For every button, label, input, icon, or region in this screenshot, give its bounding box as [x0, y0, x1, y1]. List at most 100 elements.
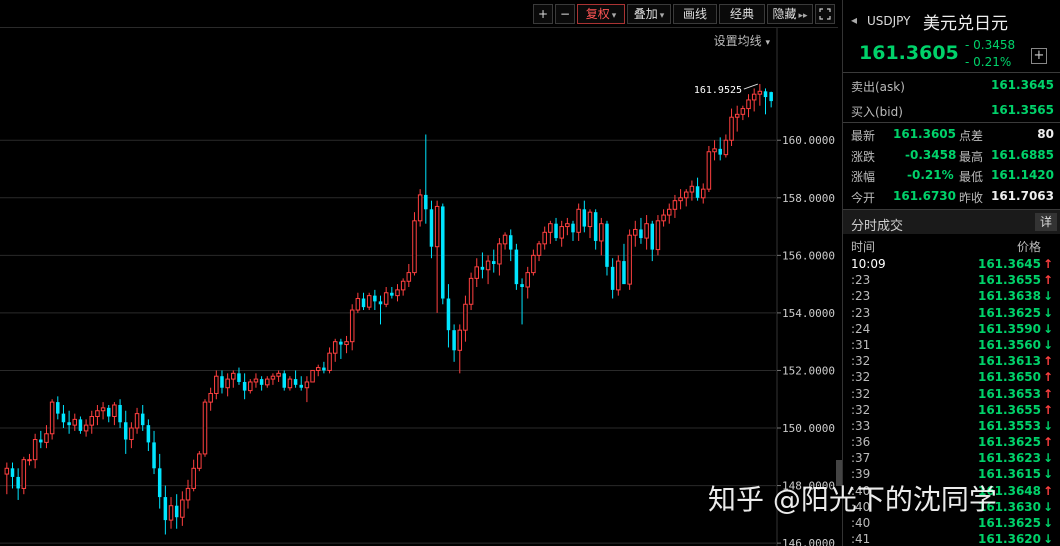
- classic-button[interactable]: 经典: [719, 4, 765, 24]
- draw-line-button[interactable]: 画线: [673, 4, 717, 24]
- arrow-down-icon: ↓: [1042, 467, 1053, 482]
- tick-time: :37: [851, 451, 871, 466]
- candle-body: [689, 185, 695, 193]
- high-marker-label: 161.9525: [694, 85, 742, 96]
- candle-body: [457, 329, 463, 351]
- detail-button[interactable]: 详: [1035, 213, 1057, 231]
- candle-body: [89, 416, 95, 426]
- candle-body: [253, 378, 259, 383]
- divider: [843, 122, 1060, 123]
- zoom-in-button[interactable]: +: [533, 4, 553, 24]
- price-change: - 0.3458: [965, 38, 1016, 52]
- candle-body: [468, 277, 474, 305]
- hide-button[interactable]: 隐藏 ▸▸: [767, 4, 813, 24]
- candlestick-chart[interactable]: 160.0000 158.0000 156.0000 154.0000 152.0000…: [0, 28, 838, 546]
- tick-price: 161.3623: [977, 451, 1041, 466]
- candle-body: [542, 231, 547, 245]
- candle-body: [355, 298, 361, 311]
- candle-body: [383, 292, 389, 305]
- arrow-down-icon: ↓: [1042, 321, 1053, 336]
- candle-body: [327, 352, 332, 371]
- candle-body: [627, 234, 632, 285]
- candle-body: [514, 249, 519, 285]
- fullscreen-button[interactable]: [815, 4, 835, 24]
- prev-close-label: 昨收: [959, 191, 984, 205]
- candle-body: [32, 439, 38, 461]
- caret-left-icon[interactable]: ◂: [851, 13, 857, 27]
- candle-body: [339, 341, 343, 345]
- candle-body: [123, 422, 128, 440]
- candle-body: [265, 378, 270, 386]
- candle-body: [746, 99, 751, 110]
- tick-price: 161.3650: [977, 370, 1041, 385]
- tick-time: :33: [851, 418, 871, 433]
- pct-label: 涨幅: [851, 170, 876, 184]
- add-watchlist-button[interactable]: +: [1031, 48, 1047, 64]
- candle-body: [452, 330, 456, 351]
- tick-price: 161.3638: [977, 289, 1041, 304]
- tick-time: :32: [851, 386, 871, 401]
- candle-body: [491, 261, 496, 264]
- overlay-dropdown[interactable]: 叠加 ▾: [627, 4, 671, 24]
- tick-row: :32 161.3613 ↑: [843, 353, 1060, 369]
- tick-row: :32 161.3650 ↑: [843, 369, 1060, 385]
- y-tick-label: 146.0000: [782, 537, 835, 546]
- tick-row: 10:09 161.3645 ↑: [843, 256, 1060, 272]
- symbol-name: 美元兑日元: [923, 14, 1008, 34]
- candle-body: [270, 375, 276, 380]
- candle-body: [610, 266, 615, 290]
- candle-body: [72, 418, 78, 426]
- candle-body: [683, 191, 689, 199]
- candle-body: [740, 108, 746, 115]
- ask-value: 161.3645: [990, 78, 1054, 92]
- tick-row: :41 161.3620 ↓: [843, 531, 1060, 546]
- candle-body: [729, 116, 734, 141]
- candle-body: [349, 309, 355, 343]
- latest-value: 161.3605: [893, 127, 957, 141]
- candle-body: [366, 295, 372, 308]
- arrow-down-icon: ↓: [1042, 418, 1053, 433]
- candle-body: [463, 303, 468, 331]
- candle-body: [605, 223, 609, 267]
- y-tick-label: 154.0000: [782, 307, 835, 320]
- candle-body: [678, 197, 683, 202]
- restore-rights-dropdown[interactable]: 复权 ▾: [577, 4, 625, 24]
- zoom-out-button[interactable]: −: [555, 4, 575, 24]
- candle-body: [700, 188, 706, 199]
- tick-price: 161.3653: [977, 386, 1041, 401]
- candle-body: [299, 384, 303, 388]
- candle-body: [214, 375, 219, 394]
- open-value: 161.6730: [893, 189, 957, 203]
- y-tick-label: 158.0000: [782, 192, 835, 205]
- candle-body: [723, 139, 729, 156]
- candle-body: [332, 341, 338, 354]
- candle-body: [706, 151, 712, 190]
- tick-row: :31 161.3560 ↓: [843, 337, 1060, 353]
- candle-body: [67, 422, 71, 426]
- arrow-up-icon: ↑: [1042, 483, 1053, 498]
- arrow-down-icon: ↓: [1042, 499, 1053, 514]
- tick-section-title: 分时成交: [851, 219, 904, 234]
- candle-body: [44, 433, 49, 443]
- pct-value: -0.21%: [907, 168, 954, 182]
- candle-body: [129, 427, 134, 441]
- change-label: 涨跌: [851, 150, 876, 164]
- candle-body: [571, 223, 575, 233]
- candle-body: [474, 266, 480, 279]
- candle-body: [56, 402, 60, 414]
- arrow-up-icon: ↑: [1042, 370, 1053, 385]
- tick-price: 161.3620: [977, 532, 1041, 546]
- arrow-down-icon: ↓: [1042, 532, 1053, 546]
- quote-panel: ◂ USDJPY 美元兑日元 161.3605 - 0.3458 - 0.21%…: [842, 0, 1060, 546]
- tick-price: 161.3645: [977, 257, 1041, 271]
- tick-time: :32: [851, 402, 871, 417]
- candle-body: [446, 298, 451, 331]
- watermark: 知乎 @阳光下的沈同学: [708, 483, 997, 516]
- candle-body: [565, 223, 570, 228]
- double-right-arrow-icon: ▸▸: [798, 11, 808, 21]
- candle-body: [633, 228, 638, 236]
- chart-pane[interactable]: + − 复权 ▾ 叠加 ▾ 画线 经典 隐藏 ▸▸ 设置均线 ▾ 160.0000 15…: [0, 0, 842, 546]
- arrow-down-icon: ↓: [1042, 451, 1053, 466]
- candle-body: [78, 419, 83, 431]
- tick-row: :32 161.3653 ↑: [843, 386, 1060, 402]
